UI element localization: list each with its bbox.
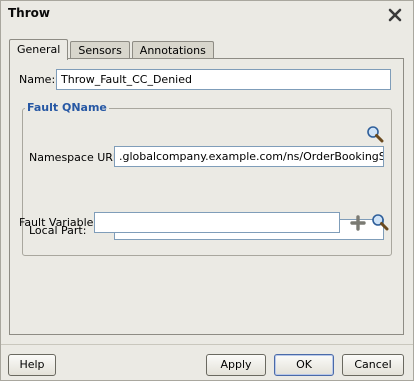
plus-icon[interactable]	[349, 214, 367, 232]
ok-button[interactable]: OK	[274, 354, 334, 376]
title-bar: Throw	[1, 1, 413, 29]
namespace-uri-field[interactable]: .globalcompany.example.com/ns/OrderBooki…	[114, 146, 384, 167]
search-icon[interactable]	[366, 125, 384, 143]
close-icon[interactable]	[387, 7, 403, 23]
button-divider	[1, 344, 413, 345]
search-icon[interactable]	[371, 213, 389, 231]
apply-button[interactable]: Apply	[206, 354, 266, 376]
cancel-button[interactable]: Cancel	[342, 354, 404, 376]
fault-variable-label: Fault Variable:	[19, 216, 98, 229]
name-field[interactable]: Throw_Fault_CC_Denied	[56, 69, 391, 90]
general-panel: Name: Throw_Fault_CC_Denied Fault QName …	[9, 58, 404, 335]
name-label: Name:	[19, 73, 56, 86]
help-button[interactable]: Help	[8, 354, 56, 376]
fault-variable-field[interactable]	[94, 212, 340, 233]
dialog-title: Throw	[8, 6, 50, 20]
tab-strip: General Sensors Annotations	[9, 39, 216, 60]
fault-qname-title: Fault QName	[25, 101, 109, 114]
fault-qname-group: Fault QName Namespace URI: .globalcompan…	[22, 101, 392, 256]
namespace-uri-label: Namespace URI:	[29, 151, 120, 164]
tab-general[interactable]: General	[9, 39, 69, 60]
throw-dialog: Throw General Sensors Annotations Name: …	[0, 0, 414, 381]
